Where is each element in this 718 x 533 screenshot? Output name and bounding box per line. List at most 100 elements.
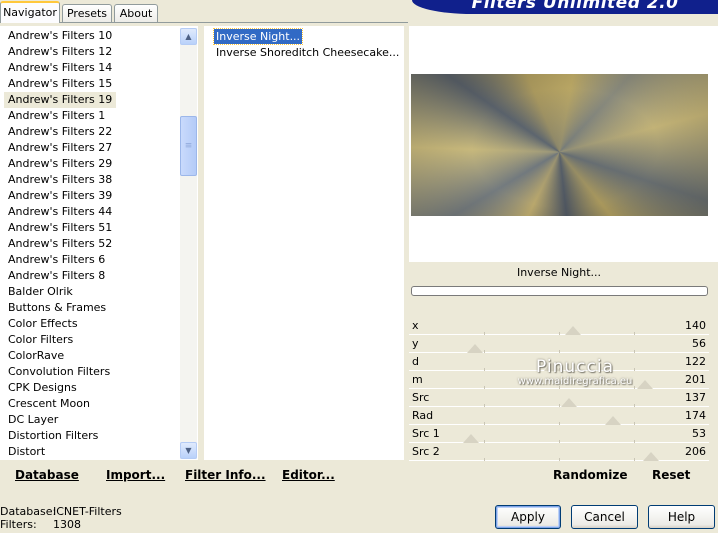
- param-label: Src 1: [412, 427, 440, 440]
- slider-tick: [559, 350, 560, 353]
- slider-thumb[interactable]: [463, 434, 479, 443]
- slider-tick: [634, 422, 635, 425]
- preset-toolbar: Randomize Reset: [409, 462, 709, 490]
- category-item[interactable]: Convolution Filters: [4, 364, 114, 380]
- filter-info-button[interactable]: Filter Info...: [185, 468, 266, 482]
- slider-tick: [634, 404, 635, 407]
- param-label: Src: [412, 391, 430, 404]
- slider-tick: [634, 440, 635, 443]
- app-banner: Filters Unlimited 2.0: [412, 0, 718, 14]
- category-item[interactable]: Andrew's Filters 29: [4, 156, 116, 172]
- tab-strip-divider: [0, 22, 408, 23]
- slider-tick: [484, 332, 485, 335]
- param-slider-y[interactable]: y 56: [409, 336, 709, 354]
- param-label: m: [412, 373, 423, 386]
- tab-navigator[interactable]: Navigator: [0, 1, 60, 23]
- category-item[interactable]: Andrew's Filters 52: [4, 236, 116, 252]
- category-item[interactable]: Andrew's Filters 1: [4, 108, 109, 124]
- category-item[interactable]: Distortion Filters: [4, 428, 102, 444]
- category-item[interactable]: Balder Olrik: [4, 284, 77, 300]
- category-item[interactable]: Crescent Moon: [4, 396, 94, 412]
- category-item-selected[interactable]: Andrew's Filters 19: [4, 92, 117, 108]
- category-item[interactable]: Andrew's Filters 38: [4, 172, 116, 188]
- param-slider-src-2[interactable]: Src 2 206: [409, 444, 709, 462]
- category-item[interactable]: CPK Designs: [4, 380, 81, 396]
- chevron-down-icon: ▼: [185, 446, 192, 455]
- filters-count-value: 1308: [53, 518, 81, 531]
- param-value: 140: [685, 319, 706, 332]
- param-label: x: [412, 319, 419, 332]
- category-scrollbar[interactable]: ▲ ≡ ▼: [180, 28, 197, 459]
- slider-tick: [484, 404, 485, 407]
- category-item[interactable]: Andrew's Filters 12: [4, 44, 116, 60]
- slider-tick: [559, 458, 560, 461]
- import-button[interactable]: Import...: [106, 468, 165, 482]
- category-item[interactable]: Andrew's Filters 10: [4, 28, 116, 44]
- watermark-name: Pinuccia: [536, 357, 614, 377]
- database-value: ICNET-Filters: [53, 505, 122, 518]
- apply-button[interactable]: Apply: [495, 505, 561, 529]
- slider-tick: [484, 440, 485, 443]
- tab-about[interactable]: About: [114, 4, 158, 23]
- editor-button[interactable]: Editor...: [282, 468, 335, 482]
- app-title: Filters Unlimited 2.0: [471, 0, 679, 13]
- slider-tick: [559, 422, 560, 425]
- param-label: d: [412, 355, 419, 368]
- param-slider-rad[interactable]: Rad 174: [409, 408, 709, 426]
- slider-tick: [484, 422, 485, 425]
- param-slider-src-1[interactable]: Src 1 53: [409, 426, 709, 444]
- category-item[interactable]: Andrew's Filters 22: [4, 124, 116, 140]
- category-list[interactable]: Andrew's Filters 10 Andrew's Filters 12 …: [0, 26, 198, 460]
- scroll-up-button[interactable]: ▲: [180, 28, 197, 45]
- category-item[interactable]: Andrew's Filters 51: [4, 220, 116, 236]
- category-item[interactable]: Andrew's Filters 27: [4, 140, 116, 156]
- slider-tick: [484, 386, 485, 389]
- category-item[interactable]: Andrew's Filters 44: [4, 204, 116, 220]
- category-item[interactable]: Color Effects: [4, 316, 82, 332]
- slider-tick: [634, 350, 635, 353]
- slider-tick: [559, 440, 560, 443]
- filter-list[interactable]: Inverse Night... Inverse Shoreditch Chee…: [204, 26, 404, 460]
- cancel-button[interactable]: Cancel: [571, 505, 638, 529]
- param-value: 174: [685, 409, 706, 422]
- reset-button[interactable]: Reset: [652, 468, 690, 482]
- slider-thumb[interactable]: [605, 416, 621, 425]
- help-button[interactable]: Help: [648, 505, 715, 529]
- scroll-thumb[interactable]: ≡: [180, 116, 197, 176]
- category-item[interactable]: Andrew's Filters 6: [4, 252, 109, 268]
- slider-thumb[interactable]: [561, 398, 577, 407]
- grip-icon: ≡: [184, 141, 193, 151]
- bottom-toolbar: Database Import... Filter Info... Editor…: [0, 462, 408, 490]
- category-item[interactable]: Andrew's Filters 14: [4, 60, 116, 76]
- preview-panel: [409, 26, 718, 262]
- param-value: 122: [685, 355, 706, 368]
- category-item[interactable]: DC Layer: [4, 412, 62, 428]
- category-item[interactable]: Color Filters: [4, 332, 77, 348]
- randomize-button[interactable]: Randomize: [553, 468, 627, 482]
- param-slider-x[interactable]: x 140: [409, 318, 709, 336]
- param-value: 53: [692, 427, 706, 440]
- scroll-down-button[interactable]: ▼: [180, 442, 197, 459]
- param-label: Rad: [412, 409, 434, 422]
- filter-item[interactable]: Inverse Shoreditch Cheesecake...: [214, 45, 401, 60]
- watermark-url: www.maidiregrafica.eu: [517, 376, 633, 387]
- database-button[interactable]: Database: [15, 468, 79, 482]
- category-item[interactable]: Distort: [4, 444, 49, 460]
- slider-tick: [484, 368, 485, 371]
- param-label: Src 2: [412, 445, 440, 458]
- filter-item-selected[interactable]: Inverse Night...: [212, 28, 304, 45]
- category-item[interactable]: Andrew's Filters 8: [4, 268, 109, 284]
- category-item[interactable]: Andrew's Filters 39: [4, 188, 116, 204]
- category-item[interactable]: Buttons & Frames: [4, 300, 110, 316]
- progress-bar: [411, 286, 708, 296]
- param-slider-src[interactable]: Src 137: [409, 390, 709, 408]
- slider-thumb[interactable]: [643, 452, 659, 461]
- slider-thumb[interactable]: [467, 344, 483, 353]
- slider-thumb[interactable]: [565, 326, 581, 335]
- slider-tick: [634, 458, 635, 461]
- chevron-up-icon: ▲: [185, 32, 192, 41]
- preview-filter-name: Inverse Night...: [409, 262, 709, 284]
- tab-presets[interactable]: Presets: [62, 4, 112, 23]
- category-item[interactable]: ColorRave: [4, 348, 68, 364]
- category-item[interactable]: Andrew's Filters 15: [4, 76, 116, 92]
